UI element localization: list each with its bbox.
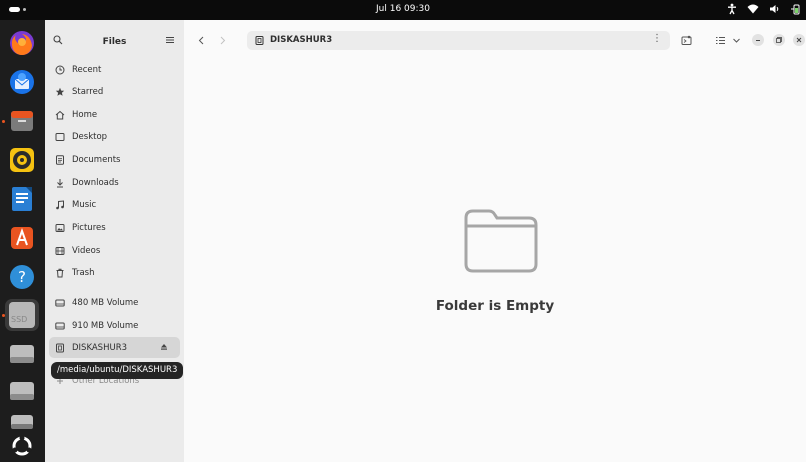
sidebar-item-label: Music <box>72 199 97 210</box>
sidebar-item-desktop[interactable]: Desktop <box>49 126 180 147</box>
sidebar-item-documents[interactable]: Documents <box>49 149 180 170</box>
sidebar-item-label: Documents <box>72 154 121 165</box>
volume-icon[interactable] <box>769 3 780 20</box>
libreoffice-writer-icon[interactable] <box>8 185 36 213</box>
drive-icon[interactable] <box>8 377 36 405</box>
sidebar-item-label: Pictures <box>72 222 106 233</box>
sidebar-item-recent[interactable]: Recent <box>49 59 180 80</box>
dock: ? SSD <box>0 20 45 462</box>
files-icon[interactable] <box>8 107 36 135</box>
home-icon <box>55 110 65 120</box>
folder-icon <box>462 206 540 274</box>
thunderbird-icon[interactable] <box>8 68 36 96</box>
minimize-button[interactable] <box>752 34 764 46</box>
empty-state-title: Folder is Empty <box>435 298 555 314</box>
sidebar-item-label: Desktop <box>72 131 108 142</box>
rhythmbox-icon[interactable] <box>8 146 36 174</box>
show-apps-icon[interactable] <box>8 432 36 460</box>
sidebar-device-480mb[interactable]: 480 MB Volume <box>49 292 180 313</box>
tooltip: /media/ubuntu/DISKASHUR3 <box>51 362 184 379</box>
trash-icon <box>55 268 65 278</box>
ssd-drive-icon[interactable]: SSD <box>5 299 39 331</box>
location-bar[interactable]: DISKASHUR3 ⋮ <box>247 31 670 50</box>
desktop-icon <box>55 132 65 142</box>
picture-icon <box>55 223 65 233</box>
sidebar-device-910mb[interactable]: 910 MB Volume <box>49 315 180 336</box>
back-button[interactable] <box>196 35 207 46</box>
sidebar-item-pictures[interactable]: Pictures <box>49 217 180 238</box>
sidebar-device-diskashur3[interactable]: DISKASHUR3 <box>49 337 180 358</box>
help-icon[interactable]: ? <box>8 263 36 291</box>
clock[interactable]: Jul 16 09:30 <box>0 4 806 14</box>
ssd-label: SSD <box>11 315 28 324</box>
battery-icon[interactable] <box>790 3 800 20</box>
sidebar: Files Recent Starred Home Desktop Docume… <box>45 20 184 462</box>
sidebar-item-music[interactable]: Music <box>49 194 180 215</box>
drive-icon <box>55 298 65 308</box>
top-bar: Jul 16 09:30 <box>0 0 806 20</box>
list-view-icon[interactable] <box>715 35 726 46</box>
sidebar-item-label: Trash <box>72 267 95 278</box>
sidebar-item-home[interactable]: Home <box>49 104 180 125</box>
clock-icon <box>55 65 65 75</box>
sidebar-item-starred[interactable]: Starred <box>49 81 180 102</box>
drive-icon[interactable] <box>8 340 36 368</box>
document-icon <box>55 154 65 165</box>
firefox-icon[interactable] <box>8 29 36 57</box>
download-icon <box>55 178 65 188</box>
chevron-down-icon[interactable] <box>731 35 742 46</box>
location-menu-icon[interactable]: ⋮ <box>652 33 662 44</box>
location-label: DISKASHUR3 <box>270 35 333 45</box>
wifi-icon[interactable] <box>747 3 759 20</box>
drive-icon <box>55 321 65 331</box>
sidebar-item-label: Starred <box>72 86 104 97</box>
header-bar: DISKASHUR3 ⋮ <box>184 20 806 62</box>
sidebar-item-label: DISKASHUR3 <box>72 342 128 353</box>
sidebar-header: Files <box>45 20 184 62</box>
hamburger-menu-icon[interactable] <box>165 35 175 45</box>
usb-icon <box>255 36 264 45</box>
close-button[interactable] <box>793 34 805 46</box>
svg-text:?: ? <box>18 268 26 286</box>
system-tray[interactable] <box>727 3 800 20</box>
sidebar-item-label: 910 MB Volume <box>72 320 139 331</box>
sidebar-item-label: Downloads <box>72 177 119 188</box>
app-center-icon[interactable] <box>8 224 36 252</box>
sidebar-item-label: 480 MB Volume <box>72 297 139 308</box>
sidebar-item-label: Videos <box>72 245 101 256</box>
sidebar-item-downloads[interactable]: Downloads <box>49 172 180 193</box>
accessibility-icon[interactable] <box>727 3 737 20</box>
sidebar-item-videos[interactable]: Videos <box>49 240 180 261</box>
sidebar-item-label: Home <box>72 109 98 120</box>
usb-icon <box>55 343 65 353</box>
video-icon <box>55 246 65 256</box>
main-content: DISKASHUR3 ⋮ <box>184 20 806 462</box>
star-icon <box>55 87 65 97</box>
sidebar-item-label: Recent <box>72 64 102 75</box>
eject-icon[interactable] <box>160 343 168 351</box>
app-title: Files <box>102 37 127 47</box>
restore-button[interactable] <box>773 34 785 46</box>
forward-button[interactable] <box>217 35 228 46</box>
sidebar-item-trash[interactable]: Trash <box>49 262 180 283</box>
open-terminal-icon[interactable] <box>681 35 692 46</box>
music-icon <box>55 199 65 210</box>
